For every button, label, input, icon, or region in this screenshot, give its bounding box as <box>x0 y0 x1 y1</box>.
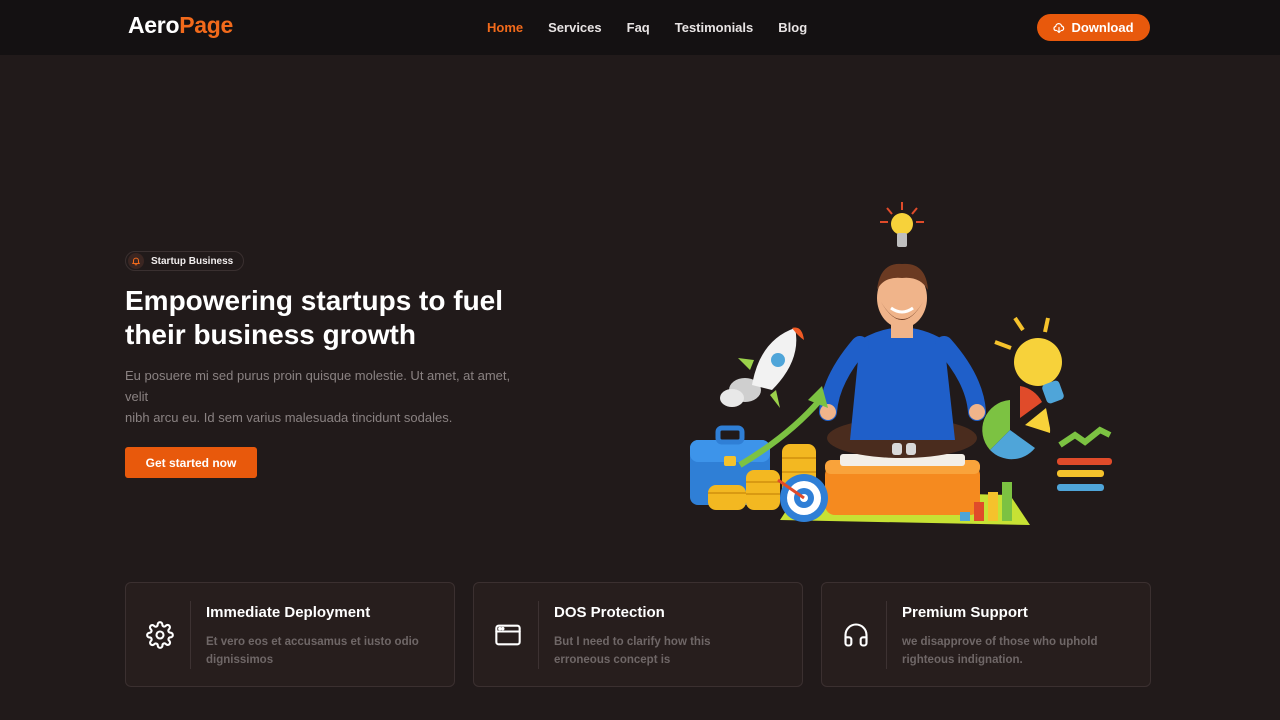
card-divider <box>538 601 539 669</box>
headphones-icon <box>842 621 870 649</box>
feature-card: Immediate Deployment Et vero eos et accu… <box>125 582 455 687</box>
hero-badge: Startup Business <box>125 251 245 271</box>
card-text-line-1: But I need to clarify how this <box>554 636 711 648</box>
card-title: Immediate Deployment <box>206 604 371 621</box>
hero-illustration <box>690 202 1112 525</box>
get-started-button[interactable]: Get started now <box>125 447 257 478</box>
card-text-line-1: we disapprove of those who uphold <box>902 636 1098 648</box>
zigzag-line <box>1058 426 1112 448</box>
card-text-line-2: erroneous concept is <box>554 654 671 666</box>
nav-home[interactable]: Home <box>487 20 523 35</box>
orange-platform <box>825 454 980 515</box>
badge-label: Startup Business <box>151 255 234 267</box>
logo-part-2: Page <box>179 12 233 38</box>
hero-description: Eu posuere mi sed purus proin quisque mo… <box>125 365 565 428</box>
feature-cards: Immediate Deployment Et vero eos et accu… <box>125 582 1151 687</box>
download-button[interactable]: Download <box>1037 14 1150 41</box>
hero-title-line-2: their business growth <box>125 319 416 350</box>
rocket-icon <box>720 327 804 408</box>
nav-services[interactable]: Services <box>548 20 602 35</box>
bell-icon <box>128 253 144 269</box>
nav-blog[interactable]: Blog <box>778 20 807 35</box>
card-text-line-2: righteous indignation. <box>902 654 1023 666</box>
download-label: Download <box>1071 20 1134 35</box>
card-divider <box>190 601 191 669</box>
logo-part-1: Aero <box>128 12 180 38</box>
pie-chart-icon <box>982 386 1051 460</box>
hero-desc-line-2: velit <box>125 389 149 404</box>
card-title: DOS Protection <box>554 604 665 621</box>
card-title: Premium Support <box>902 604 1028 621</box>
nav-faq[interactable]: Faq <box>627 20 650 35</box>
nav-testimonials[interactable]: Testimonials <box>675 20 754 35</box>
gear-icon <box>146 621 174 649</box>
hero-title-line-1: Empowering startups to fuel <box>125 285 504 316</box>
hero-desc-line-1: Eu posuere mi sed purus proin quisque mo… <box>125 368 511 383</box>
main-nav: Home Services Faq Testimonials Blog <box>487 20 832 35</box>
stripes-icon <box>1057 458 1112 491</box>
cloud-download-icon <box>1053 22 1065 33</box>
card-divider <box>886 601 887 669</box>
card-text: we disapprove of those who uphold righte… <box>902 633 1132 669</box>
feature-card: Premium Support we disapprove of those w… <box>821 582 1151 687</box>
hero-desc-line-3: nibh arcu eu. Id sem varius malesuada ti… <box>125 410 453 425</box>
browser-window-icon <box>494 621 522 649</box>
feature-card: DOS Protection But I need to clarify how… <box>473 582 803 687</box>
lightbulb-top-icon <box>880 202 924 247</box>
navbar: AeroPage Home Services Faq Testimonials … <box>0 0 1280 55</box>
logo[interactable]: AeroPage <box>128 12 233 39</box>
card-text-line-2: dignissimos <box>206 654 274 666</box>
hero-title: Empowering startups to fuel their busine… <box>125 284 555 352</box>
card-text: Et vero eos et accusamus et iusto odio d… <box>206 633 436 669</box>
card-text: But I need to clarify how this erroneous… <box>554 633 784 669</box>
card-text-line-1: Et vero eos et accusamus et iusto odio <box>206 636 419 648</box>
meditating-person <box>819 263 986 458</box>
